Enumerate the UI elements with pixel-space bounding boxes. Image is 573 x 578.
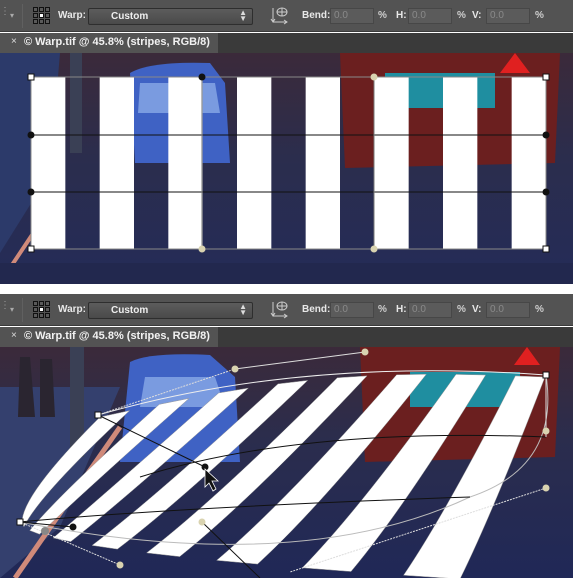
stripe [31,77,66,249]
control-point[interactable] [542,188,550,196]
select-arrows-icon: ▲ ▼ [239,8,247,23]
lamp-post [70,53,82,153]
control-point[interactable] [27,188,35,196]
control-point[interactable] [361,348,369,356]
control-point[interactable] [27,131,35,139]
stripe [305,77,340,249]
bend-percent: % [378,304,387,315]
separator [22,4,23,28]
reference-point-icon[interactable] [33,301,51,319]
control-point[interactable] [198,245,206,253]
warp-orientation-icon[interactable] [270,300,290,320]
canvas[interactable] [0,347,573,578]
control-point[interactable] [231,365,239,373]
warp-label: Warp: [58,10,86,21]
v-distortion-input[interactable]: 0.0 [486,302,530,318]
tool-preset-dropdown[interactable]: ▾ [10,11,16,20]
h-percent: % [457,10,466,21]
options-bar: ⋮ ▾ Warp: Custom ▲ ▼ Bend: 0.0 % H: 0.0 %… [0,294,573,326]
stripe [99,77,134,249]
bend-input[interactable]: 0.0 [330,302,374,318]
control-point[interactable] [542,427,550,435]
corner-handle[interactable] [27,245,35,253]
canvas-artwork [0,53,573,284]
close-tab-icon[interactable]: × [11,330,17,341]
document-title: © Warp.tif @ 45.8% (stripes, RGB/8) [24,36,210,48]
control-point[interactable] [41,527,49,535]
h-distortion-input[interactable]: 0.0 [408,8,452,24]
stripe [443,77,478,249]
document-tab[interactable]: × © Warp.tif @ 45.8% (stripes, RGB/8) [0,33,218,53]
control-point[interactable] [69,523,77,531]
warp-label: Warp: [58,304,86,315]
control-point[interactable] [198,73,206,81]
v-percent: % [535,10,544,21]
control-point[interactable] [542,484,550,492]
stripe [511,77,546,249]
h-percent: % [457,304,466,315]
v-distortion-input[interactable]: 0.0 [486,8,530,24]
v-label: V: [472,304,482,315]
v-percent: % [535,304,544,315]
close-tab-icon[interactable]: × [11,36,17,47]
reference-point-icon[interactable] [33,7,51,25]
document-tab[interactable]: × © Warp.tif @ 45.8% (stripes, RGB/8) [0,327,218,347]
panel-grip-icon[interactable]: ⋮ [0,301,10,316]
bend-label: Bend: [302,304,331,315]
h-label: H: [396,304,407,315]
h-label: H: [396,10,407,21]
road [0,263,573,284]
corner-handle[interactable] [542,371,550,379]
h-distortion-input[interactable]: 0.0 [408,302,452,318]
control-point[interactable] [370,73,378,81]
stripe [237,77,272,249]
control-point[interactable] [542,131,550,139]
bend-input[interactable]: 0.0 [330,8,374,24]
canvas[interactable] [0,53,573,284]
document-tab-bar: × © Warp.tif @ 45.8% (stripes, RGB/8) [0,33,573,53]
v-label: V: [472,10,482,21]
stripe [374,77,409,249]
panel-grip-icon[interactable]: ⋮ [0,7,10,22]
corner-handle[interactable] [94,411,102,419]
canvas-artwork [0,347,573,578]
corner-handle[interactable] [542,73,550,81]
panel-warped: ⋮ ▾ Warp: Custom ▲ ▼ Bend: 0.0 % H: 0.0 %… [0,294,573,578]
control-point[interactable] [116,561,124,569]
warp-style-value: Custom [111,305,149,316]
document-tab-bar: × © Warp.tif @ 45.8% (stripes, RGB/8) [0,327,573,347]
corner-handle[interactable] [542,245,550,253]
document-title: © Warp.tif @ 45.8% (stripes, RGB/8) [24,330,210,342]
stripe [168,77,203,249]
separator [22,298,23,322]
corner-handle[interactable] [16,518,24,526]
warp-style-value: Custom [111,11,149,22]
panel-unwarped: ⋮ ▾ Warp: Custom ▲ ▼ Bend: 0.0 % H: 0.0 %… [0,0,573,284]
control-point[interactable] [198,518,206,526]
bend-label: Bend: [302,10,331,21]
select-arrows-icon: ▲ ▼ [239,302,247,317]
warp-style-select[interactable]: Custom ▲ ▼ [88,8,253,25]
bend-percent: % [378,10,387,21]
warp-orientation-icon[interactable] [270,6,290,26]
options-bar: ⋮ ▾ Warp: Custom ▲ ▼ Bend: 0.0 % H: 0.0 %… [0,0,573,32]
control-point[interactable] [370,245,378,253]
tool-preset-dropdown[interactable]: ▾ [10,305,16,314]
corner-handle[interactable] [27,73,35,81]
warp-style-select[interactable]: Custom ▲ ▼ [88,302,253,319]
